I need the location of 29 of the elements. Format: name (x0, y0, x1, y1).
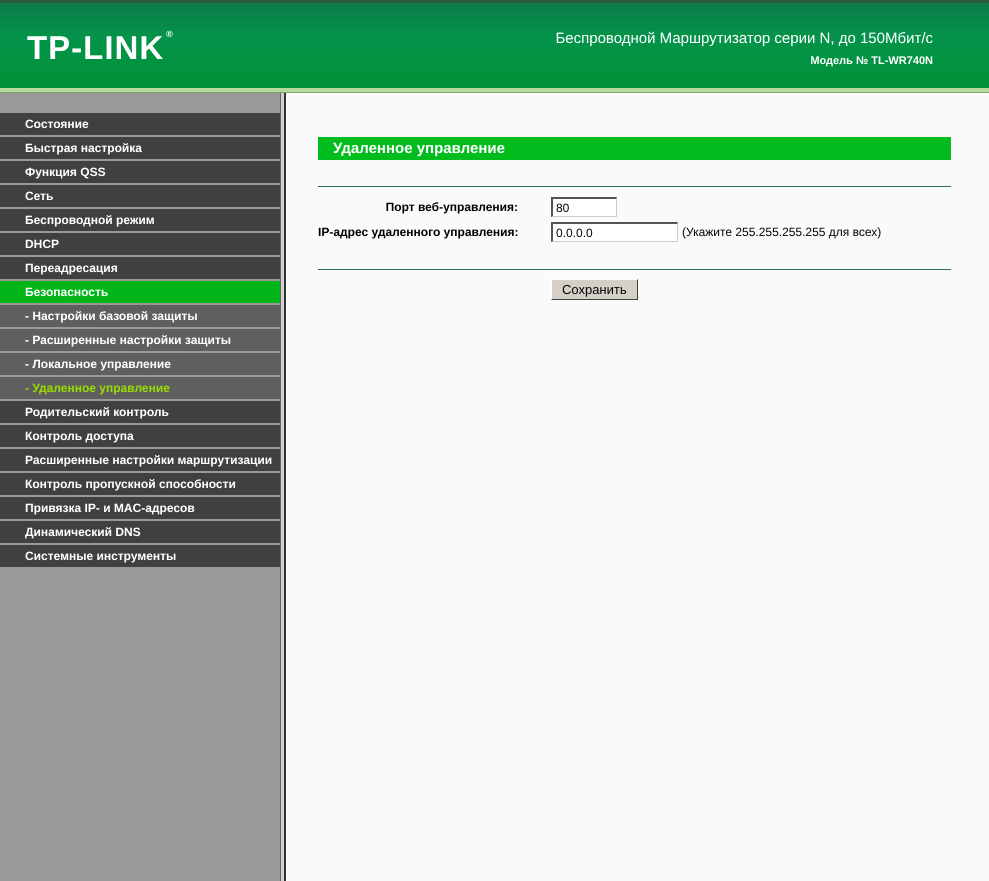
sidebar-item[interactable]: Контроль доступа (0, 425, 280, 447)
field-label: Порт веб-управления: (384, 200, 518, 214)
sidebar-item[interactable]: - Удаленное управление (0, 377, 280, 399)
sidebar-item[interactable]: Состояние (0, 113, 280, 135)
sidebar-item[interactable]: Привязка IP- и MAC-адресов (0, 497, 280, 519)
input-field[interactable]: 0.0.0.0 (551, 222, 678, 242)
registered-mark: ® (166, 28, 174, 38)
sidebar-item[interactable]: - Расширенные настройки защиты (0, 329, 280, 351)
sidebar-item[interactable]: - Локальное управление (0, 353, 280, 375)
sidebar-item[interactable]: DHCP (0, 233, 280, 255)
sidebar-item[interactable]: Контроль пропускной способности (0, 473, 280, 495)
sidebar-item[interactable]: - Настройки базовой защиты (0, 305, 280, 327)
section-title: Удаленное управление (318, 137, 951, 160)
field-label: IP-адрес удаленного управления: (318, 225, 518, 239)
sidebar-item[interactable]: Динамический DNS (0, 521, 280, 543)
logo: TP-LINK (27, 28, 164, 66)
sidebar-item[interactable]: Быстрая настройка (0, 137, 280, 159)
sidebar-item[interactable]: Системные инструменты (0, 545, 280, 567)
save-button[interactable]: Сохранить (551, 279, 638, 300)
sidebar-item[interactable]: Расширенные настройки маршрутизации (0, 449, 280, 471)
product-title: Беспроводной Маршрутизатор серии N, до 150Мбит/с (555, 30, 933, 47)
sidebar-item[interactable]: Переадресация (0, 257, 280, 279)
sidebar-item[interactable]: Функция QSS (0, 161, 280, 183)
sidebar-item[interactable]: Родительский контроль (0, 401, 280, 423)
model-number: Модель № TL-WR740N (810, 55, 933, 67)
field-hint: (Укажите 255.255.255.255 для всех) (682, 225, 882, 239)
sidebar-item[interactable]: Беспроводной режим (0, 209, 280, 231)
sidebar-item[interactable]: Сеть (0, 185, 280, 207)
input-field[interactable]: 80 (551, 197, 617, 217)
